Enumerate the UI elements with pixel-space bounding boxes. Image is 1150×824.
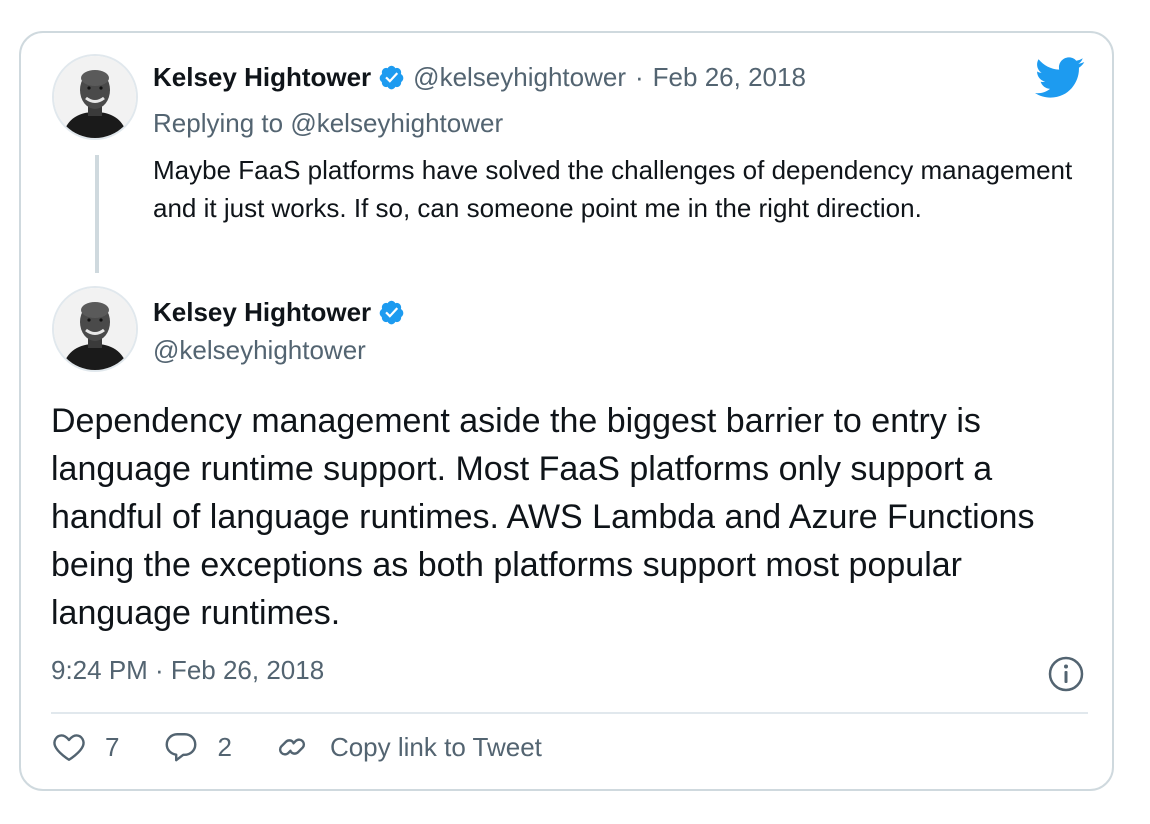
author-handle[interactable]: @kelseyhightower <box>413 62 626 93</box>
thread-connector-line <box>95 155 99 273</box>
tweet-date-link[interactable]: Feb 26, 2018 <box>653 62 806 93</box>
reply-bubble-icon <box>166 733 197 762</box>
link-icon <box>278 738 305 756</box>
replying-to-handle-link[interactable]: @kelseyhightower <box>290 108 503 138</box>
main-tweet-header: Kelsey Hightower <box>153 297 413 328</box>
avatar-portrait-icon <box>54 288 136 370</box>
avatar[interactable] <box>52 286 138 372</box>
reply-button[interactable]: 2 <box>163 729 232 765</box>
replying-to-line: Replying to @kelseyhightower <box>153 108 503 139</box>
tweet-timestamp-link[interactable]: 9:24 PM · Feb 26, 2018 <box>51 655 324 686</box>
separator-dot: · <box>635 62 644 92</box>
like-count: 7 <box>105 731 120 762</box>
parent-tweet-header: Kelsey Hightower @kelseyhightower · Feb … <box>153 62 806 93</box>
author-name[interactable]: Kelsey Hightower <box>153 62 371 93</box>
twitter-bird-icon[interactable] <box>1035 57 1085 99</box>
like-button[interactable]: 7 <box>51 729 119 765</box>
parent-tweet-text: Maybe FaaS platforms have solved the cha… <box>153 155 1073 223</box>
author-handle[interactable]: @kelseyhightower <box>153 335 366 366</box>
info-icon[interactable] <box>1046 654 1086 694</box>
verified-badge-icon <box>379 300 404 325</box>
heart-icon <box>53 734 85 761</box>
copy-link-label: Copy link to Tweet <box>329 731 542 762</box>
replying-prefix: Replying to <box>153 108 284 138</box>
copy-link-button[interactable]: Copy link to Tweet <box>274 729 542 765</box>
avatar-portrait-icon <box>54 56 136 138</box>
verified-badge-icon <box>379 65 404 90</box>
main-tweet-text: Dependency management aside the biggest … <box>51 402 1035 632</box>
tweet-card: Kelsey Hightower @kelseyhightower · Feb … <box>19 31 1114 791</box>
avatar[interactable] <box>52 54 138 140</box>
author-name[interactable]: Kelsey Hightower <box>153 297 371 328</box>
reply-count: 2 <box>217 731 232 762</box>
divider <box>51 712 1088 714</box>
tweet-actions-bar: 7 2 Copy link to Tweet <box>51 729 542 765</box>
